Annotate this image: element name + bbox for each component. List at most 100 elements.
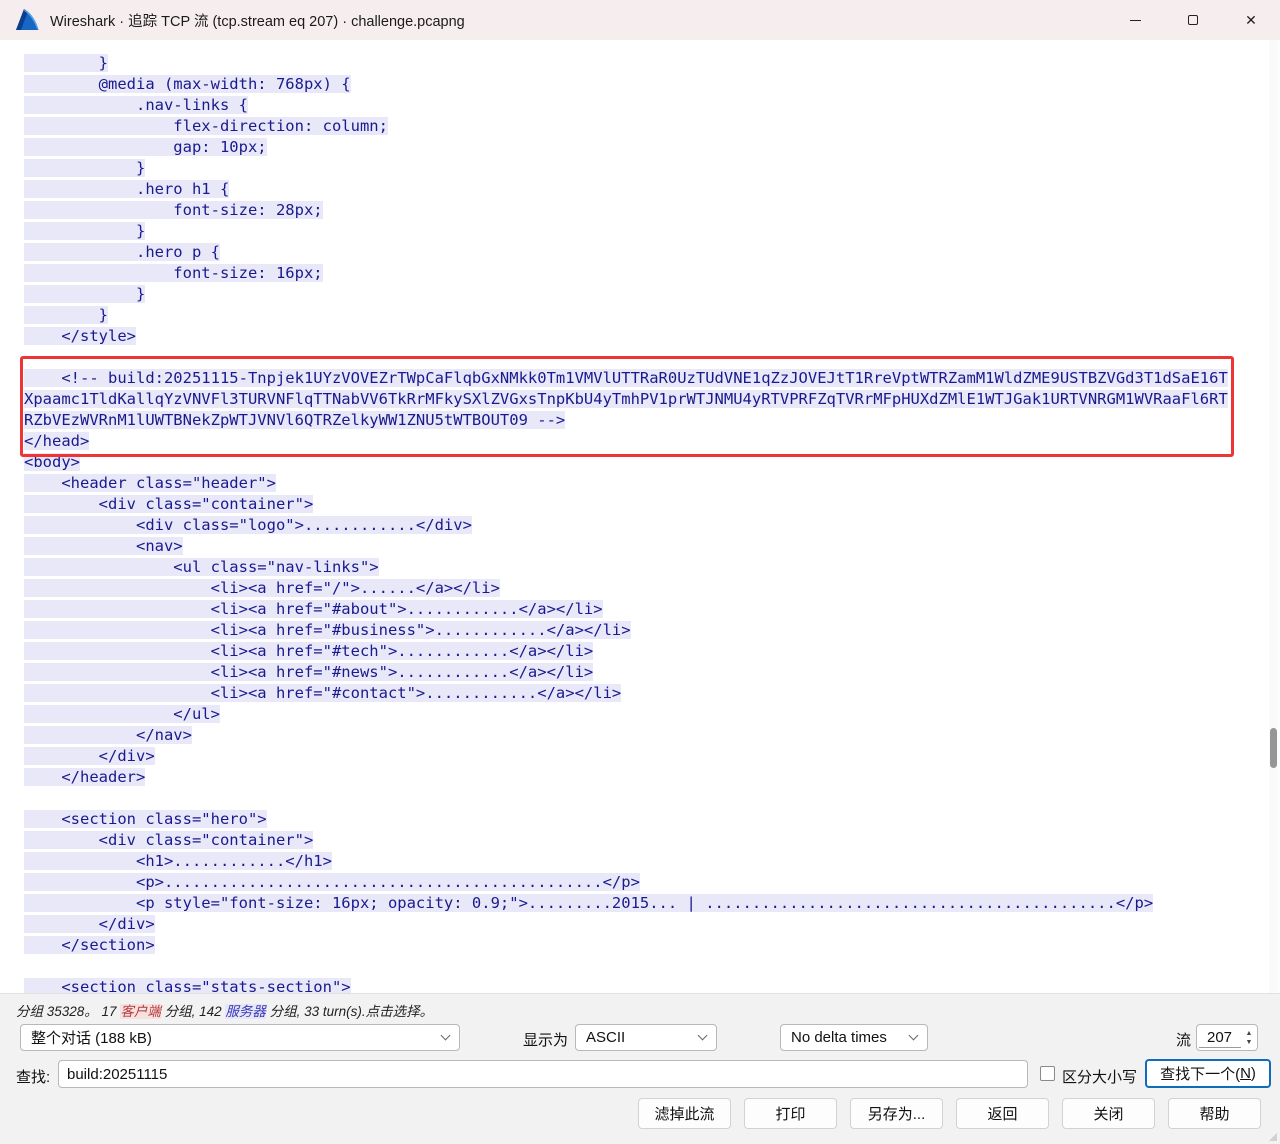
stream-line-text: flex-direction: column; (24, 117, 388, 135)
find-next-button[interactable]: 查找下一个(N) (1145, 1059, 1271, 1088)
find-label: 查找: (16, 1069, 51, 1086)
stream-number-spinner[interactable]: 207 ▲ ▼ (1196, 1024, 1258, 1051)
stream-line-text: </div> (24, 747, 155, 765)
stream-line: <header class="header"> (24, 473, 1266, 494)
delta-times-select[interactable]: No delta times (780, 1024, 928, 1051)
save-as-button[interactable]: 另存为... (850, 1098, 943, 1129)
stream-line: <div class="container"> (24, 830, 1266, 851)
stream-line-text: </nav> (24, 726, 192, 744)
dialog-footer: 分组 35328。 17 客户端 分组, 142 服务器 分组, 33 turn… (0, 993, 1280, 1144)
stream-line-text: RZbVEzWVRnM1lUWTBNekZpWTJVNVl6QTRZelkyWW… (24, 411, 566, 429)
stream-line-text: <li><a href="#tech">............</a></li… (24, 642, 594, 660)
window-title: Wireshark · 追踪 TCP 流 (tcp.stream eq 207)… (50, 13, 465, 30)
vertical-scrollbar[interactable] (1269, 40, 1278, 993)
stream-line-text: <div class="container"> (24, 495, 314, 513)
minimize-button[interactable] (1106, 0, 1164, 40)
stream-line: .hero p { (24, 242, 1266, 263)
chevron-down-icon (440, 1030, 451, 1041)
stream-line: </div> (24, 746, 1266, 767)
stream-line: Xpaamc1TldKallqYzVNVFl3TURVNFlqTTNabVV6T… (24, 389, 1266, 410)
stream-line: } (24, 284, 1266, 305)
dialog-buttons: 滤掉此流 打印 另存为... 返回 关闭 帮助 (638, 1098, 1261, 1129)
stream-line-text: <p style="font-size: 16px; opacity: 0.9;… (24, 894, 1154, 912)
stream-line: RZbVEzWVRnM1lUWTBNekZpWTJVNVl6QTRZelkyWW… (24, 410, 1266, 431)
stream-line: @media (max-width: 768px) { (24, 74, 1266, 95)
stream-line: </ul> (24, 704, 1266, 725)
stream-line: } (24, 221, 1266, 242)
find-next-label: 查找下一个( (1160, 1066, 1241, 1083)
stream-line-text: <nav> (24, 537, 183, 555)
close-icon: ✕ (1245, 12, 1257, 28)
stream-line: <li><a href="/">......</a></li> (24, 578, 1266, 599)
stream-line-text: <li><a href="#contact">............</a><… (24, 684, 622, 702)
chevron-down-icon (697, 1030, 708, 1041)
stream-line: .hero h1 { (24, 179, 1266, 200)
stream-line-text: } (24, 285, 146, 303)
stream-line-text: } (24, 54, 108, 72)
stream-line-text: } (24, 222, 146, 240)
stream-content-area: } @media (max-width: 768px) { .nav-links… (0, 40, 1280, 993)
stream-line: </head> (24, 431, 1266, 452)
wireshark-logo-icon (16, 9, 39, 30)
stream-text: } @media (max-width: 768px) { .nav-links… (0, 40, 1266, 993)
stream-line-text: <ul class="nav-links"> (24, 558, 379, 576)
stream-line-text: </ul> (24, 705, 220, 723)
delta-times-value: No delta times (791, 1029, 887, 1046)
stream-line-text: @media (max-width: 768px) { (24, 75, 351, 93)
case-sensitive-checkbox[interactable] (1040, 1066, 1055, 1081)
chevron-down-icon (908, 1030, 919, 1041)
stream-line: } (24, 305, 1266, 326)
stream-line (24, 956, 1266, 977)
stream-line-text: } (24, 159, 146, 177)
stream-line: <div class="container"> (24, 494, 1266, 515)
minimize-icon (1129, 19, 1141, 21)
stream-line: font-size: 16px; (24, 263, 1266, 284)
stream-line-text: .nav-links { (24, 96, 248, 114)
stream-line-text: <section class="stats-section"> (24, 978, 351, 993)
stream-line: <li><a href="#business">............</a>… (24, 620, 1266, 641)
window-close-button[interactable]: ✕ (1222, 0, 1280, 40)
stream-line: .nav-links { (24, 95, 1266, 116)
stream-line: <li><a href="#contact">............</a><… (24, 683, 1266, 704)
stream-line-text: } (24, 306, 108, 324)
show-as-select[interactable]: ASCII (575, 1024, 717, 1051)
stream-line: } (24, 53, 1266, 74)
stream-line-text: <section class="hero"> (24, 810, 267, 828)
print-button[interactable]: 打印 (744, 1098, 837, 1129)
back-button[interactable]: 返回 (956, 1098, 1049, 1129)
stream-line-text: </header> (24, 768, 146, 786)
stream-line (24, 788, 1266, 809)
find-next-accesskey: N (1240, 1065, 1251, 1082)
stream-line: } (24, 158, 1266, 179)
resize-grip[interactable] (1269, 1133, 1277, 1141)
close-stream-button[interactable]: 关闭 (1062, 1098, 1155, 1129)
filter-out-stream-button[interactable]: 滤掉此流 (638, 1098, 731, 1129)
stream-line (24, 347, 1266, 368)
stream-line: </nav> (24, 725, 1266, 746)
hint-line: 分组 35328。 17 客户端 分组, 142 服务器 分组, 33 turn… (16, 1000, 433, 1020)
find-input[interactable] (58, 1060, 1028, 1088)
hint-text: 分组, (265, 1004, 305, 1019)
help-button[interactable]: 帮助 (1168, 1098, 1261, 1129)
hint-client-label: 客户端 (120, 1004, 161, 1019)
conversation-range-value: 整个对话 (188 kB) (31, 1030, 152, 1047)
stream-line: </header> (24, 767, 1266, 788)
stream-line: font-size: 28px; (24, 200, 1266, 221)
stream-line-text: </style> (24, 327, 136, 345)
stream-line: <li><a href="#tech">............</a></li… (24, 641, 1266, 662)
show-as-label: 显示为 (523, 1032, 569, 1049)
stream-line-text: </section> (24, 936, 155, 954)
hint-text: 分组 35328。 (16, 1004, 102, 1019)
hint-text: 分组, (160, 1004, 200, 1019)
stream-line-text: font-size: 28px; (24, 201, 323, 219)
stream-line-text: <p>.....................................… (24, 873, 640, 891)
maximize-icon (1188, 15, 1198, 25)
stream-line-text: font-size: 16px; (24, 264, 323, 282)
case-sensitive-label: 区分大小写 (1062, 1069, 1138, 1086)
spinner-arrows-icon[interactable]: ▲ ▼ (1241, 1025, 1257, 1050)
maximize-button[interactable] (1164, 0, 1222, 40)
conversation-range-select[interactable]: 整个对话 (188 kB) (20, 1024, 460, 1051)
scrollbar-thumb[interactable] (1270, 728, 1277, 768)
stream-line-text: <li><a href="#business">............</a>… (24, 621, 631, 639)
stream-line-text: <div class="container"> (24, 831, 314, 849)
